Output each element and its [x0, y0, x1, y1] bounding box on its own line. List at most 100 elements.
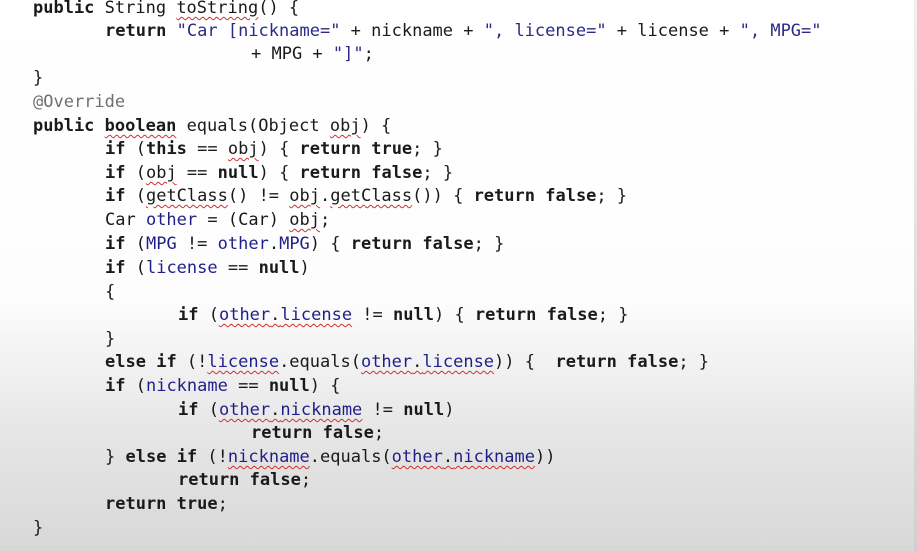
- code-line-20: } else if (!nickname.equals(other.nickna…: [105, 445, 555, 469]
- string-literal: "Car [nickname=": [176, 21, 341, 41]
- method-name: getClass: [145, 186, 228, 206]
- keyword-return: return: [251, 423, 313, 443]
- code-text: (: [125, 139, 146, 159]
- code-text: () {: [258, 0, 300, 18]
- code-text: ;: [319, 210, 331, 230]
- keyword-false: false: [545, 186, 597, 206]
- code-line-22: return true;: [105, 492, 228, 516]
- field-name: license: [207, 352, 280, 372]
- code-line-21: return false;: [178, 468, 311, 492]
- code-line-6: public boolean equals(Object obj) {: [33, 114, 391, 138]
- code-text: (!: [197, 447, 228, 467]
- code-line-2: return "Car [nickname=" + nickname + ", …: [105, 19, 822, 43]
- code-text: (: [125, 163, 146, 183]
- keyword-this: this: [145, 139, 187, 159]
- code-text: )) {: [494, 352, 556, 372]
- code-text: ;: [217, 494, 228, 514]
- code-line-9: if (getClass() != obj.getClass()) { retu…: [105, 184, 627, 208]
- code-line-7: if (this == obj) { return true; }: [105, 137, 443, 161]
- string-literal: ", license=": [483, 21, 607, 41]
- field-name: license: [145, 258, 218, 278]
- code-text: ==: [217, 258, 259, 278]
- variable-name: other: [218, 400, 271, 420]
- method-name: toString: [176, 0, 259, 18]
- code-text: .equals(: [309, 447, 392, 467]
- keyword-public: public: [33, 0, 95, 18]
- code-text: ; }: [596, 186, 628, 206]
- keyword-return: return: [350, 234, 413, 254]
- annotation-override: @Override: [33, 92, 126, 112]
- code-text: + license +: [606, 21, 740, 41]
- variable-name: other: [218, 305, 271, 325]
- code-line-23: }: [33, 516, 43, 540]
- code-text: ()) {: [412, 186, 474, 206]
- field-name: nickname: [227, 447, 310, 467]
- code-text: ) {: [433, 305, 475, 325]
- code-text: ; }: [422, 163, 454, 183]
- keyword-return: return: [474, 305, 537, 325]
- keyword-false: false: [322, 423, 374, 443]
- code-text: ): [444, 400, 455, 420]
- keyword-public: public: [33, 116, 95, 136]
- keyword-false: false: [371, 163, 423, 183]
- code-text: ; }: [473, 234, 505, 254]
- code-line-15: }: [105, 327, 115, 351]
- code-line-11: if (MPG != other.MPG) { return false; }: [105, 232, 504, 256]
- code-text: (: [125, 186, 146, 206]
- code-text: )): [535, 447, 556, 467]
- keyword-if: if: [105, 376, 126, 396]
- keyword-return: return: [555, 352, 617, 372]
- keyword-true: true: [371, 139, 413, 159]
- keyword-boolean: boolean: [104, 116, 177, 136]
- code-text: .: [270, 305, 281, 325]
- code-line-5: @Override: [33, 90, 125, 114]
- code-text: .: [268, 234, 280, 254]
- code-line-3: + MPG + "]";: [251, 42, 374, 66]
- code-text: .: [412, 352, 423, 372]
- code-text: String: [94, 0, 177, 18]
- keyword-return: return: [178, 470, 240, 490]
- keyword-null: null: [217, 163, 259, 183]
- field-name: nickname: [145, 376, 228, 396]
- keyword-if: if: [178, 400, 199, 420]
- code-text: ;: [363, 44, 374, 64]
- field-name: MPG: [279, 234, 310, 254]
- keyword-true: true: [176, 494, 218, 514]
- variable-name: other: [391, 447, 443, 467]
- variable-name: obj: [227, 139, 259, 159]
- keyword-return: return: [105, 494, 167, 514]
- code-line-16: else if (!license.equals(other.license))…: [105, 350, 709, 374]
- code-editor: public String toString() { return "Car […: [0, 0, 917, 551]
- keyword-return: return: [299, 163, 361, 183]
- code-line-19: return false;: [251, 421, 384, 445]
- code-text: !=: [362, 400, 404, 420]
- field-name: license: [422, 352, 495, 372]
- field-name: nickname: [280, 400, 363, 420]
- opening-brace: {: [105, 282, 116, 302]
- code-text: ==: [186, 139, 228, 159]
- code-text: (: [125, 376, 146, 396]
- code-text: ) {: [309, 376, 341, 396]
- code-line-12: if (license == null): [105, 256, 310, 280]
- code-text: .equals(: [279, 352, 361, 372]
- keyword-null: null: [403, 400, 445, 420]
- parameter-name: obj: [329, 116, 361, 136]
- field-name: license: [280, 305, 353, 325]
- variable-name: other: [360, 352, 413, 372]
- code-text: ; }: [597, 305, 629, 325]
- keyword-return: return: [105, 21, 167, 41]
- code-text: ) {: [360, 116, 392, 136]
- keyword-false: false: [546, 305, 598, 325]
- code-text: ;: [373, 423, 385, 443]
- code-line-14: if (other.license != null) { return fals…: [178, 303, 629, 327]
- code-text: .: [320, 186, 331, 206]
